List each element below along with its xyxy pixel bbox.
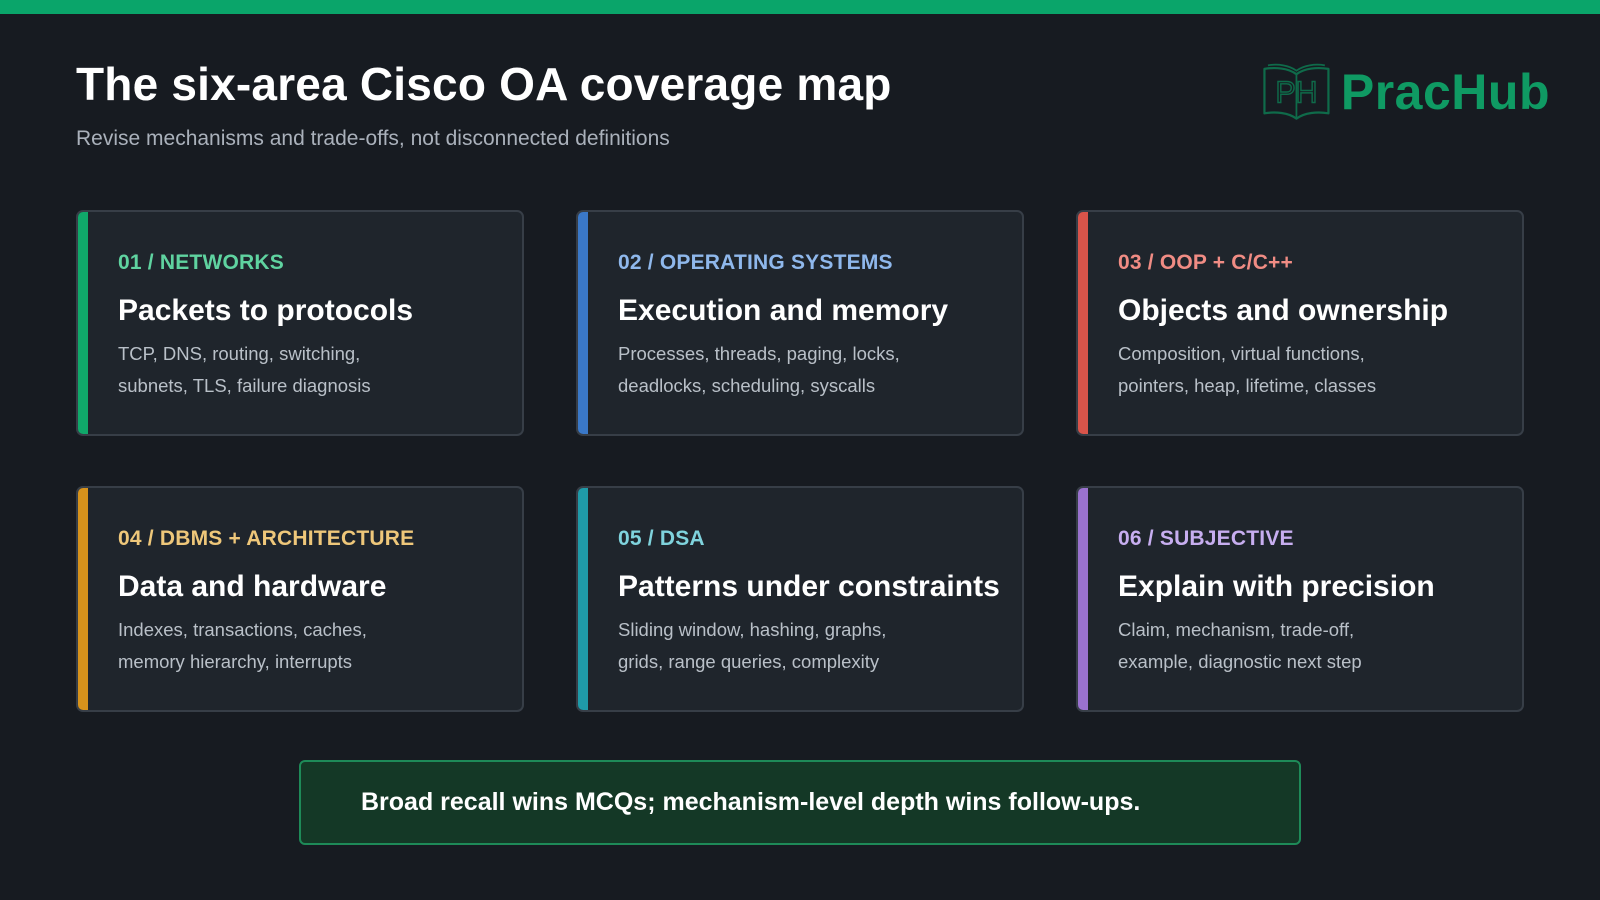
- card-dsa: 05 / DSA Patterns under constraints Slid…: [576, 486, 1024, 712]
- page-subtitle: Revise mechanisms and trade-offs, not di…: [76, 127, 670, 150]
- callout-text: Broad recall wins MCQs; mechanism-level …: [361, 788, 1141, 816]
- card-dbms-architecture: 04 / DBMS + ARCHITECTURE Data and hardwa…: [76, 486, 524, 712]
- card-heading: Data and hardware: [118, 570, 387, 603]
- logo-mark-text: PH: [1275, 77, 1317, 110]
- card-accent-bar: [78, 212, 88, 434]
- top-accent-bar: [0, 0, 1600, 14]
- card-accent-bar: [578, 212, 588, 434]
- card-accent-bar: [578, 488, 588, 710]
- brand-logo: PH PracHub: [1260, 56, 1550, 128]
- card-description: Indexes, transactions, caches, memory hi…: [118, 619, 367, 672]
- card-subjective: 06 / SUBJECTIVE Explain with precision C…: [1076, 486, 1524, 712]
- open-book-icon: PH: [1263, 63, 1330, 120]
- card-label: 06 / SUBJECTIVE: [1118, 527, 1294, 550]
- page-title: The six-area Cisco OA coverage map: [76, 58, 892, 110]
- card-networks: 01 / NETWORKS Packets to protocols TCP, …: [76, 210, 524, 436]
- card-label: 02 / OPERATING SYSTEMS: [618, 251, 893, 274]
- card-description: Sliding window, hashing, graphs, grids, …: [618, 619, 887, 672]
- card-description: TCP, DNS, routing, switching, subnets, T…: [118, 343, 371, 396]
- card-accent-bar: [78, 488, 88, 710]
- summary-callout: Broad recall wins MCQs; mechanism-level …: [299, 760, 1301, 845]
- card-operating-systems: 02 / OPERATING SYSTEMS Execution and mem…: [576, 210, 1024, 436]
- card-heading: Execution and memory: [618, 294, 949, 327]
- card-heading: Packets to protocols: [118, 294, 414, 327]
- card-heading: Patterns under constraints: [618, 570, 1000, 603]
- card-label: 01 / NETWORKS: [118, 251, 284, 274]
- card-description: Composition, virtual functions, pointers…: [1118, 343, 1377, 396]
- card-description: Claim, mechanism, trade-off, example, di…: [1118, 619, 1362, 672]
- card-label: 03 / OOP + C/C++: [1118, 251, 1293, 274]
- card-accent-bar: [1078, 212, 1088, 434]
- card-oop-cpp: 03 / OOP + C/C++ Objects and ownership C…: [1076, 210, 1524, 436]
- card-label: 05 / DSA: [618, 527, 705, 550]
- card-heading: Explain with precision: [1118, 570, 1435, 603]
- card-label: 04 / DBMS + ARCHITECTURE: [118, 527, 415, 550]
- card-heading: Objects and ownership: [1118, 294, 1449, 327]
- card-accent-bar: [1078, 488, 1088, 710]
- card-description: Processes, threads, paging, locks, deadl…: [618, 343, 900, 396]
- brand-name: PracHub: [1340, 64, 1550, 120]
